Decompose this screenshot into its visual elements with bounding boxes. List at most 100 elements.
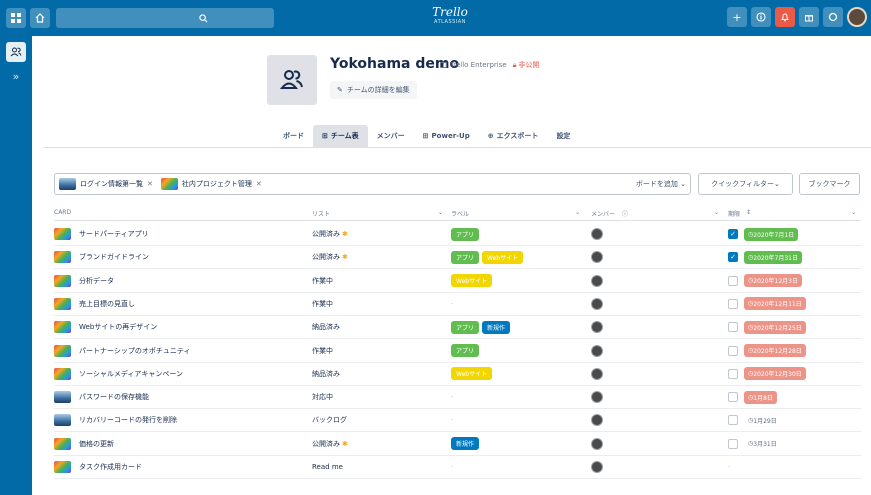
due-checkbox[interactable] <box>728 392 738 403</box>
avatar[interactable] <box>591 461 603 473</box>
due-checkbox[interactable]: ✓ <box>728 229 738 239</box>
circle-icon[interactable] <box>823 7 843 27</box>
search-input[interactable] <box>56 8 274 28</box>
table-row[interactable]: サードパーティアプリ 公開済み ✱ アプリ ✓ ◷ 2020年7月1日 <box>54 223 861 246</box>
plus-icon[interactable]: + <box>727 7 747 27</box>
avatar[interactable] <box>847 7 867 27</box>
info-icon[interactable] <box>751 7 771 27</box>
due-cell[interactable]: ◷ 2020年12月11日 <box>728 293 806 315</box>
chevron-down-icon[interactable]: ⌄ <box>438 209 443 216</box>
card-name[interactable]: タスク作成用カード <box>79 462 142 472</box>
card-name[interactable]: 売上目標の見直し <box>79 299 135 309</box>
bookmark-button[interactable]: ブックマーク <box>799 173 860 195</box>
edit-team-button[interactable]: ✎ チームの詳細を編集 <box>330 81 417 99</box>
member-cell[interactable] <box>591 223 603 245</box>
member-cell[interactable] <box>591 246 603 268</box>
board-filter-bar[interactable]: ログイン情報第一覧 ✕ 社内プロジェクト管理 ✕ ボードを追加 ⌄ <box>54 173 691 195</box>
card-cell[interactable]: パスワードの保存機能 <box>54 386 149 408</box>
card-cell[interactable]: タスク作成用カード <box>54 456 142 478</box>
member-cell[interactable] <box>591 316 603 338</box>
grid-icon[interactable] <box>6 8 26 28</box>
member-cell[interactable] <box>591 340 603 362</box>
quick-filter-dropdown[interactable]: クイックフィルター ⌄ <box>698 173 793 195</box>
due-cell[interactable]: - <box>728 456 731 478</box>
tab-power-ups[interactable]: ⊞ Power-Up <box>414 125 479 147</box>
label-cell[interactable]: アプリ <box>451 340 482 362</box>
avatar[interactable] <box>591 274 603 287</box>
tab-settings[interactable]: 設定 <box>547 125 579 147</box>
tab-members[interactable]: メンバー <box>368 125 414 147</box>
trello-logo[interactable]: Trello ATLASSIAN <box>420 6 480 26</box>
header-label[interactable]: ラベル <box>451 209 469 218</box>
label-cell[interactable]: - <box>451 293 454 315</box>
card-name[interactable]: リカバリーコードの発行を削除 <box>79 415 177 425</box>
avatar[interactable] <box>591 437 603 450</box>
member-cell[interactable] <box>591 293 603 315</box>
tab-team-table[interactable]: ⊞ チーム表 <box>313 125 368 147</box>
avatar[interactable] <box>591 344 603 357</box>
add-board-dropdown[interactable]: ボードを追加 ⌄ <box>636 179 686 189</box>
card-name[interactable]: ソーシャルメディアキャンペーン <box>79 369 183 379</box>
due-cell[interactable]: ✓ ◷ 2020年7月31日 <box>728 246 802 268</box>
member-cell[interactable] <box>591 270 603 292</box>
card-cell[interactable]: ソーシャルメディアキャンペーン <box>54 363 183 385</box>
member-cell[interactable] <box>591 409 603 431</box>
avatar[interactable] <box>591 228 603 240</box>
header-member[interactable]: メンバー <box>591 209 615 218</box>
card-cell[interactable]: 価格の更新 <box>54 433 114 455</box>
due-cell[interactable]: ◷ 1月8日 <box>728 386 777 408</box>
table-row[interactable]: 分析データ 作業中 Webサイト ◷ 2020年12月3日 <box>54 270 861 293</box>
label-cell[interactable]: Webサイト <box>451 363 495 385</box>
due-checkbox[interactable] <box>728 298 738 309</box>
card-cell[interactable]: 売上目標の見直し <box>54 293 135 315</box>
label-cell[interactable]: アプリ 新規作 <box>451 316 513 338</box>
home-icon[interactable] <box>30 8 50 28</box>
gift-icon[interactable] <box>799 7 819 27</box>
avatar[interactable] <box>591 391 603 404</box>
header-due[interactable]: 期限 <box>728 209 740 218</box>
table-row[interactable]: Webサイトの再デザイン 納品済み アプリ 新規作 ◷ 2020年12月25日 <box>54 316 861 340</box>
chevron-down-icon[interactable]: ⌄ <box>851 209 856 216</box>
card-name[interactable]: パートナーシップのオポチュニティ <box>79 346 190 356</box>
due-checkbox[interactable] <box>728 415 738 426</box>
due-checkbox[interactable] <box>728 322 738 333</box>
chevron-down-icon[interactable]: ⌄ <box>714 209 719 216</box>
avatar[interactable] <box>591 414 603 427</box>
label-cell[interactable]: 新規作 <box>451 433 482 455</box>
avatar[interactable] <box>591 321 603 334</box>
table-row[interactable]: パスワードの保存機能 対応中 - ◷ 1月8日 <box>54 386 861 410</box>
due-cell[interactable]: ◷ 2020年12月3日 <box>728 270 802 292</box>
due-checkbox[interactable] <box>728 368 738 379</box>
card-name[interactable]: 分析データ <box>79 276 114 286</box>
member-cell[interactable] <box>591 456 603 478</box>
card-cell[interactable]: サードパーティアプリ <box>54 223 149 245</box>
avatar[interactable] <box>591 251 603 264</box>
sidebar-expand-button[interactable]: » <box>0 70 32 83</box>
label-cell[interactable]: アプリ Webサイト <box>451 246 526 268</box>
board-chip[interactable]: 社内プロジェクト管理 ✕ <box>160 178 262 190</box>
label-cell[interactable]: - <box>451 409 454 431</box>
label-cell[interactable]: Webサイト <box>451 270 495 292</box>
table-row[interactable]: ソーシャルメディアキャンペーン 納品済み Webサイト ◷ 2020年12月30日 <box>54 363 861 386</box>
table-row[interactable]: 売上目標の見直し 作業中 - ◷ 2020年12月11日 <box>54 293 861 316</box>
card-cell[interactable]: 分析データ <box>54 270 114 292</box>
card-cell[interactable]: ブランドガイドライン <box>54 246 149 268</box>
bell-icon[interactable] <box>775 7 795 27</box>
table-row[interactable]: リカバリーコードの発行を削除 バックログ - ◷ 1月29日 <box>54 409 861 433</box>
table-row[interactable]: パートナーシップのオポチュニティ 作業中 アプリ ◷ 2020年12月28日 <box>54 340 861 363</box>
close-icon[interactable]: ✕ <box>256 180 262 188</box>
due-cell[interactable]: ◷ 3月31日 <box>728 433 781 455</box>
due-checkbox[interactable] <box>728 345 738 356</box>
chevron-down-icon[interactable]: ⌄ <box>575 209 580 216</box>
tab-boards[interactable]: ボード <box>274 125 313 147</box>
avatar[interactable] <box>591 297 603 310</box>
card-name[interactable]: サードパーティアプリ <box>79 229 149 239</box>
label-cell[interactable]: - <box>451 456 454 478</box>
table-row[interactable]: 価格の更新 公開済み ✱ 新規作 ◷ 3月31日 <box>54 433 861 456</box>
due-checkbox[interactable] <box>728 275 738 286</box>
label-cell[interactable]: - <box>451 386 454 408</box>
tab-export[interactable]: ⊕ エクスポート <box>479 125 548 147</box>
due-cell[interactable]: ✓ ◷ 2020年7月1日 <box>728 223 799 245</box>
member-cell[interactable] <box>591 386 603 408</box>
table-row[interactable]: ブランドガイドライン 公開済み ✱ アプリ Webサイト ✓ ◷ 2020年7月31日 <box>54 246 861 270</box>
